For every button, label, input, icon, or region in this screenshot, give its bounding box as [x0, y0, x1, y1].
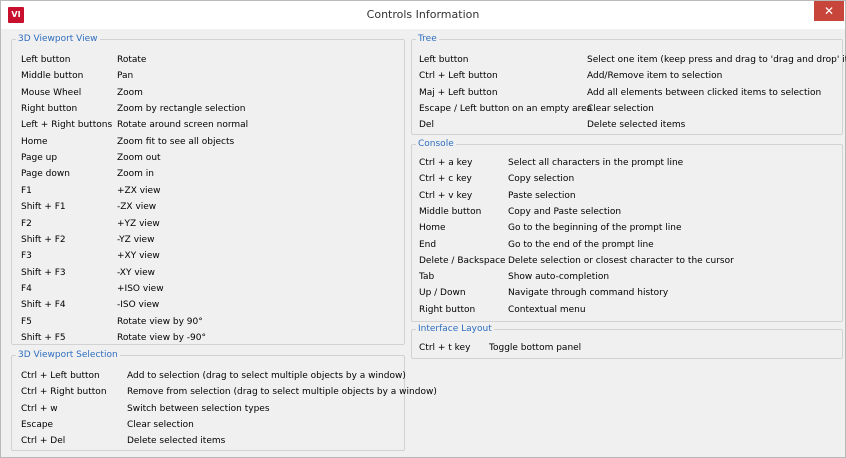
shortcut-key: F3: [21, 251, 32, 262]
shortcut-key: Left button: [21, 55, 71, 65]
shortcut-description: Pan: [117, 71, 134, 82]
shortcut-description: Zoom in: [117, 169, 155, 180]
shortcut-description: Clear selection: [127, 419, 194, 430]
shortcut-description: +YZ view: [117, 218, 160, 229]
shortcut-key: F5: [21, 316, 32, 327]
shortcut-description: -ZX view: [117, 202, 157, 213]
shortcut-key: Ctrl + a key: [419, 158, 473, 168]
group-3d-viewport-selection: 3D Viewport Selection Ctrl + Left button…: [11, 349, 437, 451]
shortcut-description: Add to selection (drag to select multipl…: [127, 371, 406, 381]
shortcut-description: Delete selected items: [587, 120, 686, 131]
shortcut-description: Navigate through command history: [508, 288, 669, 299]
shortcut-description: -YZ view: [117, 234, 155, 245]
shortcut-key: Middle button: [21, 71, 84, 82]
shortcut-description: Toggle bottom panel: [489, 343, 582, 353]
shortcut-description: Add/Remove item to selection: [587, 71, 723, 82]
shortcut-key: Ctrl + w: [21, 403, 58, 414]
shortcut-key: Home: [419, 223, 446, 234]
shortcut-key: End: [419, 239, 437, 250]
shortcut-description: Rotate view by -90°: [117, 332, 207, 343]
shortcut-description: Select all characters in the prompt line: [508, 158, 684, 168]
shortcut-key: Tab: [419, 272, 435, 283]
shortcut-key: Middle button: [419, 206, 482, 217]
shortcut-key: Left button: [419, 55, 469, 65]
group-console: Console Ctrl + a key Select all character…: [411, 138, 843, 322]
group-title: 3D Viewport View: [16, 33, 100, 45]
shortcut-description: Contextual menu: [508, 304, 586, 315]
shortcut-description: Go to the beginning of the prompt line: [508, 223, 682, 234]
shortcut-key: Right button: [21, 104, 78, 115]
shortcut-key: Ctrl + Left button: [21, 371, 100, 381]
shortcut-description: Zoom: [117, 87, 143, 98]
shortcut-description: Delete selection or closest character to…: [508, 255, 734, 266]
shortcut-key: Ctrl + Left button: [419, 71, 498, 82]
group-title: Interface Layout: [416, 323, 494, 335]
shortcut-description: Zoom out: [117, 153, 161, 164]
group-title: 3D Viewport Selection: [16, 349, 120, 361]
shortcut-description: Paste selection: [508, 190, 576, 201]
shortcut-description: Show auto-completion: [508, 272, 610, 283]
shortcut-key: Escape: [21, 419, 54, 430]
shortcut-description: Add all elements between clicked items t…: [587, 87, 822, 98]
shortcut-key: F1: [21, 185, 32, 196]
shortcut-description: Copy and Paste selection: [508, 206, 622, 217]
shortcut-key: Escape / Left button on an empty area: [419, 103, 593, 114]
shortcut-key: F2: [21, 218, 32, 229]
shortcut-description: Remove from selection (drag to select mu…: [127, 387, 437, 398]
shortcut-key: Delete / Backspace: [419, 255, 506, 266]
shortcut-key: Up / Down: [419, 288, 466, 299]
shortcut-key: Home: [21, 136, 48, 147]
shortcut-key: Page down: [21, 169, 70, 180]
shortcut-key: Ctrl + t key: [419, 343, 471, 353]
shortcut-description: +ISO view: [117, 283, 164, 294]
shortcut-description: Rotate: [117, 55, 147, 65]
shortcut-key: Shift + F2: [21, 234, 66, 245]
shortcut-key: F4: [21, 283, 32, 294]
group-title: Console: [416, 138, 456, 150]
shortcut-description: +XY view: [117, 251, 160, 262]
shortcut-key: Mouse Wheel: [21, 87, 82, 98]
shortcut-description: Switch between selection types: [127, 403, 270, 414]
shortcut-key: Maj + Left button: [419, 87, 498, 98]
shortcut-key: Left + Right buttons: [21, 120, 113, 131]
title-bar: VI Controls Information ✕: [1, 1, 845, 29]
shortcut-key: Shift + F4: [21, 300, 66, 311]
shortcut-key: Ctrl + Del: [21, 436, 66, 447]
shortcut-key: Shift + F3: [21, 267, 66, 278]
shortcut-description: -XY view: [117, 267, 156, 278]
shortcut-description: Copy selection: [508, 174, 575, 185]
close-button[interactable]: ✕: [814, 1, 844, 21]
group-tree: Tree Left button Select one item (keep pr…: [411, 33, 846, 135]
shortcut-key: Ctrl + c key: [419, 174, 472, 185]
shortcut-description: Rotate around screen normal: [117, 120, 249, 131]
shortcut-description: Delete selected items: [127, 436, 226, 447]
shortcut-key: Ctrl + Right button: [21, 387, 107, 398]
shortcut-description: Clear selection: [587, 103, 654, 114]
shortcut-key: Shift + F1: [21, 202, 66, 213]
shortcut-key: Page up: [21, 153, 58, 164]
shortcut-description: Zoom by rectangle selection: [117, 104, 246, 115]
shortcut-key: Ctrl + v key: [419, 190, 473, 201]
shortcut-key: Shift + F5: [21, 332, 66, 343]
shortcut-description: Rotate view by 90°: [117, 316, 203, 327]
group-title: Tree: [416, 33, 439, 45]
shortcut-key: Right button: [419, 304, 476, 315]
shortcut-description: Zoom fit to see all objects: [117, 136, 235, 147]
window-title: Controls Information: [366, 8, 480, 21]
shortcut-description: Select one item (keep press and drag to …: [587, 55, 846, 65]
controls-information-window: VI Controls Information ✕ 3D Viewport Vi…: [0, 0, 846, 458]
shortcut-description: -ISO view: [117, 300, 160, 311]
shortcut-description: +ZX view: [117, 185, 161, 196]
shortcut-key: Del: [419, 120, 434, 131]
group-interface-layout: Interface Layout Ctrl + t key Toggle bott…: [411, 323, 843, 359]
shortcut-description: Go to the end of the prompt line: [508, 239, 654, 250]
group-3d-viewport-view: 3D Viewport View Left button Rotate Middle…: [11, 33, 405, 345]
